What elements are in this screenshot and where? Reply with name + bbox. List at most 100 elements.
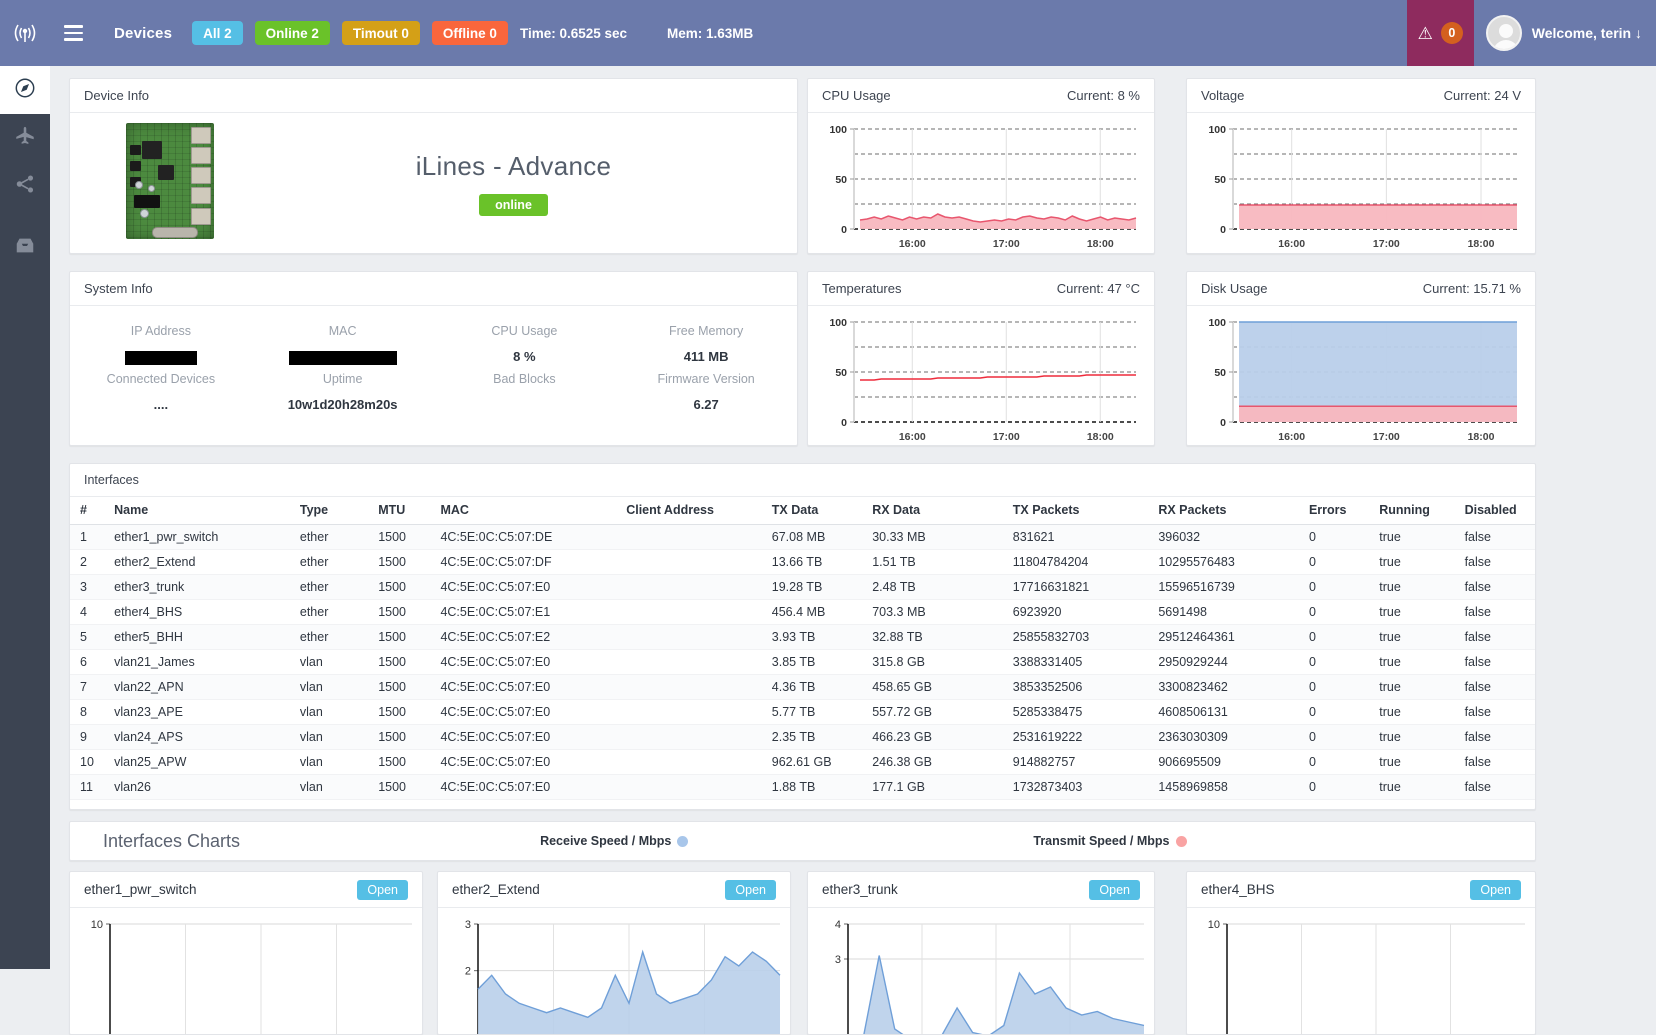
table-row[interactable]: 10vlan25_APWvlan15004C:5E:0C:C5:07:E0962… [70,750,1535,775]
table-cell: false [1455,625,1535,650]
cpu-usage-header: CPU Usage Current: 8 % [808,79,1154,113]
table-cell: 2.35 TB [762,725,862,750]
column-header[interactable]: Disabled [1455,497,1535,525]
table-cell: 1.88 TB [762,775,862,800]
svg-text:3: 3 [835,954,841,966]
table-row[interactable]: 8vlan23_APEvlan15004C:5E:0C:C5:07:E05.77… [70,700,1535,725]
cpu-usage-title: CPU Usage [822,88,891,103]
table-row[interactable]: 7vlan22_APNvlan15004C:5E:0C:C5:07:E04.36… [70,675,1535,700]
inbox-icon [14,235,36,262]
column-header[interactable]: MAC [430,497,616,525]
table-cell: false [1455,700,1535,725]
table-row[interactable]: 9vlan24_APSvlan15004C:5E:0C:C5:07:E02.35… [70,725,1535,750]
open-button[interactable]: Open [725,880,776,900]
user-menu[interactable]: Welcome, terin ↓ [1474,0,1656,66]
table-cell: vlan [290,750,368,775]
svg-text:18:00: 18:00 [1087,431,1114,443]
system-info-value [252,349,434,366]
interface-chart-header: ether4_BHS Open [1187,872,1535,908]
table-cell [616,525,762,550]
temperatures-chart: 16:0017:0018:00050100 [808,306,1154,446]
column-header[interactable]: Name [104,497,290,525]
table-cell: 4C:5E:0C:C5:07:E2 [430,625,616,650]
svg-text:0: 0 [1220,417,1226,429]
table-cell: 4C:5E:0C:C5:07:E0 [430,650,616,675]
open-button[interactable]: Open [1089,880,1140,900]
sidebar-item-dashboard[interactable] [0,66,50,114]
table-cell: 1500 [368,725,430,750]
table-cell: 3.85 TB [762,650,862,675]
table-cell: 1500 [368,600,430,625]
table-row[interactable]: 11vlan26vlan15004C:5E:0C:C5:07:E01.88 TB… [70,775,1535,800]
table-row[interactable]: 5ether5_BHHether15004C:5E:0C:C5:07:E23.9… [70,625,1535,650]
svg-text:16:00: 16:00 [899,431,926,443]
column-header[interactable]: TX Packets [1003,497,1149,525]
hamburger-menu-icon[interactable] [50,25,96,41]
table-cell: false [1455,675,1535,700]
table-cell: vlan23_APE [104,700,290,725]
cpu-usage-chart: 16:0017:0018:00050100 [808,113,1154,253]
table-cell: 5 [70,625,104,650]
table-cell: 4C:5E:0C:C5:07:E0 [430,750,616,775]
interface-chart-card: ether1_pwr_switch Open 10 [69,871,423,1035]
filter-all-button[interactable]: All 2 [192,21,243,45]
table-cell: true [1369,750,1454,775]
table-cell: true [1369,600,1454,625]
column-header[interactable]: RX Data [862,497,1003,525]
table-cell: vlan24_APS [104,725,290,750]
table-row[interactable]: 1ether1_pwr_switchether15004C:5E:0C:C5:0… [70,525,1535,550]
table-row[interactable]: 4ether4_BHSether15004C:5E:0C:C5:07:E1456… [70,600,1535,625]
alerts-button[interactable]: ⚠ 0 [1407,0,1474,66]
table-cell: 11 [70,775,104,800]
open-button[interactable]: Open [357,880,408,900]
system-info-label: MAC [252,324,434,338]
system-info-label: Uptime [252,372,434,386]
system-info-value: .... [70,397,252,414]
column-header[interactable]: Running [1369,497,1454,525]
device-info-title: Device Info [84,88,149,103]
table-cell [616,650,762,675]
interfaces-charts-header: Interfaces Charts Receive Speed / Mbps T… [69,821,1536,861]
interface-chart-header: ether2_Extend Open [438,872,790,908]
table-cell: 466.23 GB [862,725,1003,750]
column-header[interactable]: Errors [1299,497,1369,525]
table-row[interactable]: 3ether3_trunkether15004C:5E:0C:C5:07:E01… [70,575,1535,600]
sidebar-item-network[interactable] [0,162,50,210]
warning-triangle-icon: ⚠ [1418,25,1433,42]
sidebar-item-inbox[interactable] [0,224,50,272]
table-row[interactable]: 2ether2_Extendether15004C:5E:0C:C5:07:DF… [70,550,1535,575]
table-cell: 0 [1299,575,1369,600]
open-button[interactable]: Open [1470,880,1521,900]
table-cell: 914882757 [1003,750,1149,775]
table-cell: 29512464361 [1148,625,1299,650]
system-info-label: Firmware Version [615,372,797,386]
column-header[interactable]: # [70,497,104,525]
column-header[interactable]: Type [290,497,368,525]
table-cell: true [1369,650,1454,675]
table-cell: true [1369,700,1454,725]
system-info-cell: Bad Blocks [434,372,616,414]
table-cell: 0 [1299,550,1369,575]
svg-text:17:00: 17:00 [1373,238,1400,250]
status-badge: online [479,194,548,216]
column-header[interactable]: RX Packets [1148,497,1299,525]
table-row[interactable]: 6vlan21_Jamesvlan15004C:5E:0C:C5:07:E03.… [70,650,1535,675]
device-info-header: Device Info [70,79,797,113]
disk-usage-current: Current: 15.71 % [1423,281,1521,296]
table-cell: 13.66 TB [762,550,862,575]
column-header[interactable]: Client Address [616,497,762,525]
system-info-header: System Info [70,272,797,306]
table-cell: 1500 [368,775,430,800]
filter-offline-button[interactable]: Offline 0 [432,21,508,45]
filter-online-button[interactable]: Online 2 [255,21,330,45]
cpu-usage-card: CPU Usage Current: 8 % 16:0017:0018:0005… [807,78,1155,254]
column-header[interactable]: MTU [368,497,430,525]
table-cell: 3853352506 [1003,675,1149,700]
filter-timout-button[interactable]: Timout 0 [342,21,420,45]
table-cell: vlan [290,700,368,725]
interfaces-table: #NameTypeMTUMACClient AddressTX DataRX D… [70,496,1535,800]
sidebar-item-devices[interactable] [0,114,50,162]
table-cell: 4C:5E:0C:C5:07:E1 [430,600,616,625]
welcome-label: Welcome, terin ↓ [1532,25,1642,41]
column-header[interactable]: TX Data [762,497,862,525]
